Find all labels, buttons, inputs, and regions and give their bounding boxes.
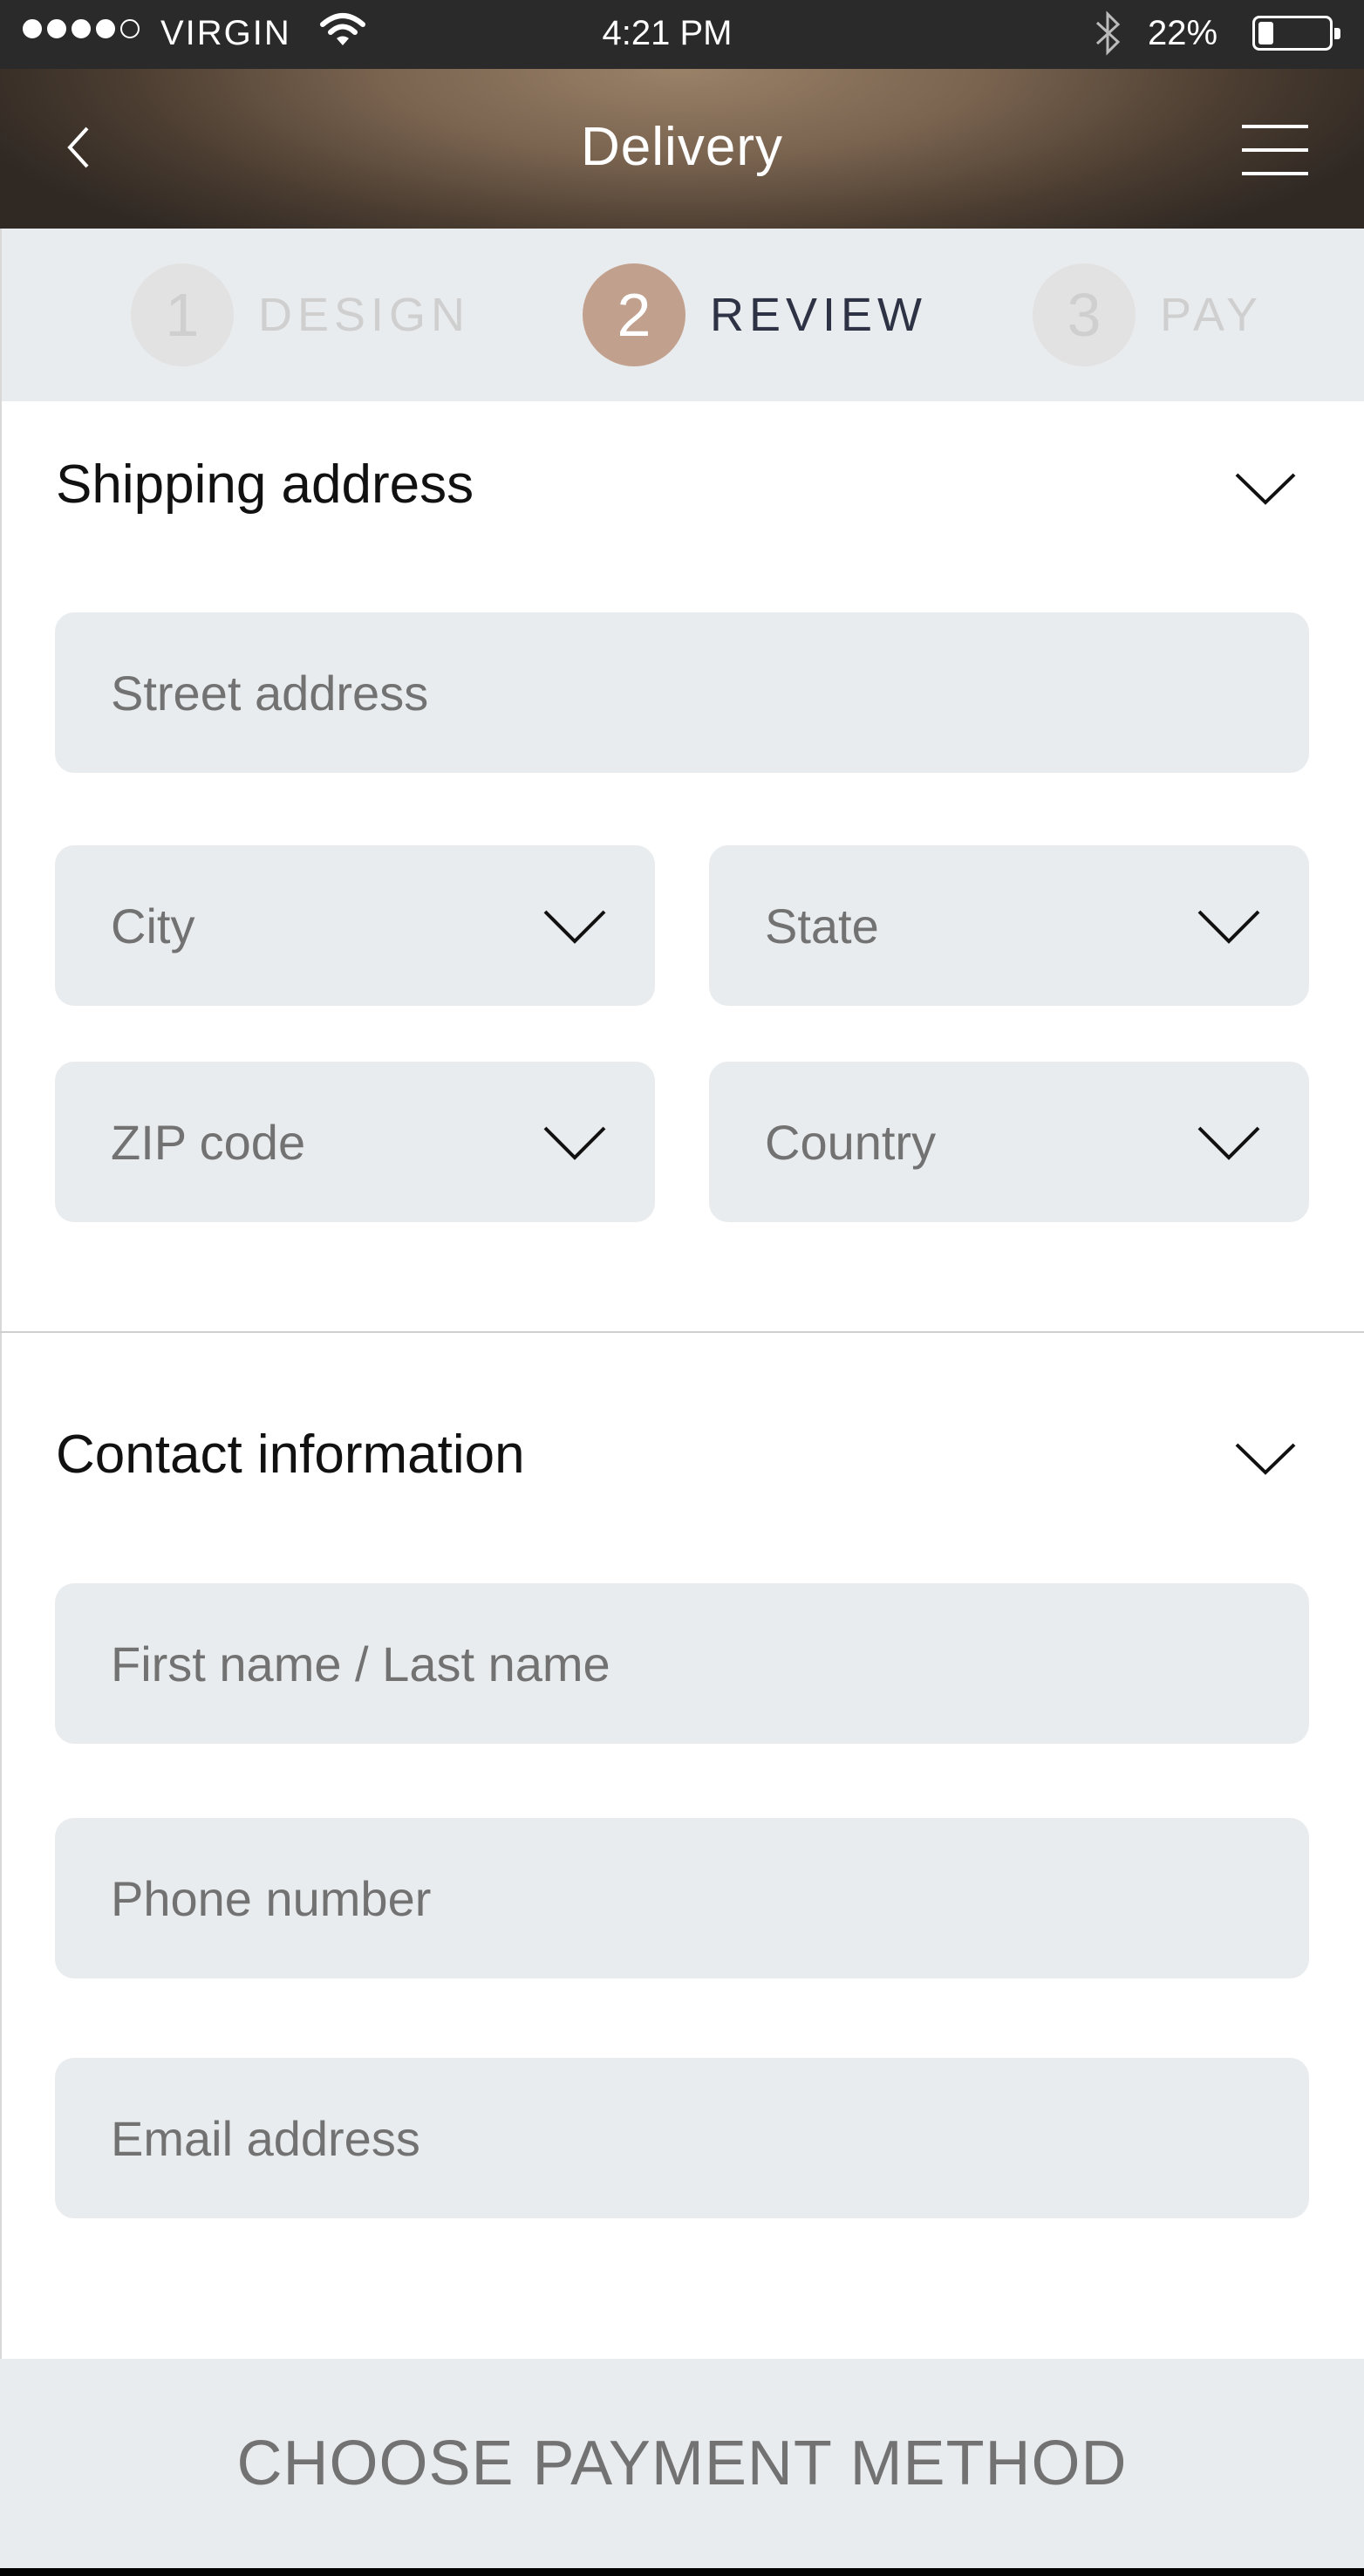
full-name-field[interactable]: First name / Last name xyxy=(55,1583,1309,1744)
email-address-placeholder: Email address xyxy=(111,2110,420,2166)
battery-icon xyxy=(1252,16,1340,51)
step-number: 1 xyxy=(131,263,234,366)
step-pay[interactable]: 3 PAY xyxy=(1033,263,1263,366)
chevron-down-icon[interactable] xyxy=(1235,471,1296,506)
battery-percent: 22% xyxy=(1148,14,1218,52)
chevron-down-icon xyxy=(1197,1126,1260,1160)
chevron-down-icon xyxy=(1197,910,1260,944)
app-header: Delivery xyxy=(0,69,1364,229)
page-edge xyxy=(0,229,2,2359)
chevron-down-icon xyxy=(543,910,606,944)
full-name-placeholder: First name / Last name xyxy=(111,1636,610,1691)
chevron-down-icon[interactable] xyxy=(1235,1441,1296,1476)
phone-number-field[interactable]: Phone number xyxy=(55,1818,1309,1978)
zip-code-select[interactable]: ZIP code xyxy=(55,1062,655,1222)
step-label: DESIGN xyxy=(258,289,471,341)
status-bar: VIRGIN 4:21 PM 22% xyxy=(0,0,1364,69)
shipping-section-title: Shipping address xyxy=(56,454,474,515)
step-design[interactable]: 1 DESIGN xyxy=(131,263,470,366)
bluetooth-icon xyxy=(1095,10,1121,56)
phone-number-placeholder: Phone number xyxy=(111,1870,432,1926)
country-select[interactable]: Country xyxy=(709,1062,1309,1222)
country-placeholder: Country xyxy=(765,1114,937,1170)
step-label: PAY xyxy=(1160,289,1264,341)
contact-section-title: Contact information xyxy=(56,1425,525,1485)
choose-payment-method-button[interactable]: CHOOSE PAYMENT METHOD xyxy=(0,2359,1364,2568)
page-title: Delivery xyxy=(581,117,783,177)
step-label: REVIEW xyxy=(710,289,928,341)
email-address-field[interactable]: Email address xyxy=(55,2058,1309,2218)
hamburger-icon[interactable] xyxy=(1242,125,1308,175)
checkout-stepper: 1 DESIGN 2 REVIEW 3 PAY xyxy=(0,229,1364,401)
state-select[interactable]: State xyxy=(709,845,1309,1006)
street-address-placeholder: Street address xyxy=(111,665,429,721)
screen-bottom-edge xyxy=(0,2568,1364,2576)
city-placeholder: City xyxy=(111,898,195,953)
clock-time: 4:21 PM xyxy=(602,14,733,52)
city-select[interactable]: City xyxy=(55,845,655,1006)
chevron-down-icon xyxy=(543,1126,606,1160)
state-placeholder: State xyxy=(765,898,879,953)
section-divider xyxy=(0,1331,1364,1333)
street-address-field[interactable]: Street address xyxy=(55,612,1309,773)
step-review[interactable]: 2 REVIEW xyxy=(583,263,927,366)
step-number: 3 xyxy=(1033,263,1136,366)
zip-code-placeholder: ZIP code xyxy=(111,1114,306,1170)
step-number: 2 xyxy=(583,263,685,366)
